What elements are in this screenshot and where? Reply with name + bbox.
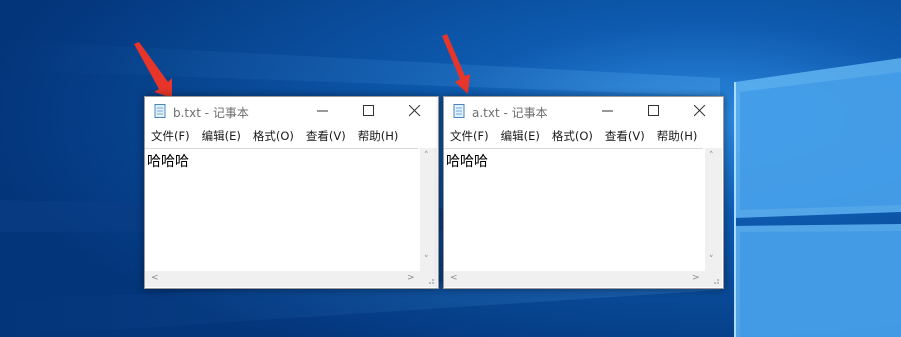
resize-grip[interactable] [705, 271, 722, 287]
notepad-window-a[interactable]: a.txt - 记事本 文件(F) 编辑(E) 格式(O) 查看(V) 帮助(H… [443, 96, 724, 289]
notepad-icon [154, 104, 166, 118]
annotation-arrow-b [134, 42, 172, 98]
menu-view[interactable]: 查看(V) [599, 128, 651, 144]
annotation-arrow-a [442, 34, 470, 94]
window-title: b.txt - 记事本 [173, 106, 249, 120]
close-button[interactable] [677, 97, 723, 125]
scroll-left-icon[interactable]: < [151, 274, 159, 283]
maximize-button[interactable] [631, 97, 677, 125]
vertical-scrollbar[interactable]: ˄ ˅ [420, 148, 437, 272]
menu-file[interactable]: 文件(F) [444, 128, 495, 144]
resize-grip[interactable] [420, 271, 437, 287]
minimize-icon [317, 110, 328, 112]
maximize-icon [648, 105, 659, 116]
scroll-up-icon[interactable]: ˄ [424, 152, 429, 161]
close-button[interactable] [392, 97, 438, 125]
maximize-button[interactable] [346, 97, 392, 125]
text-editor[interactable]: 哈哈哈 [444, 148, 703, 272]
menu-view[interactable]: 查看(V) [300, 128, 352, 144]
menu-help[interactable]: 帮助(H) [352, 128, 405, 144]
title-bar[interactable]: a.txt - 记事本 [444, 97, 723, 125]
horizontal-scrollbar[interactable]: < > [145, 271, 420, 287]
close-icon [409, 105, 421, 117]
menu-help[interactable]: 帮助(H) [651, 128, 704, 144]
menu-format[interactable]: 格式(O) [546, 128, 599, 144]
text-editor[interactable]: 哈哈哈 [145, 148, 418, 272]
window-title: a.txt - 记事本 [472, 106, 548, 120]
maximize-icon [363, 105, 374, 116]
resize-grip-icon [714, 279, 719, 284]
menu-edit[interactable]: 编辑(E) [196, 128, 247, 144]
title-bar[interactable]: b.txt - 记事本 [145, 97, 438, 125]
close-icon [694, 105, 706, 117]
notepad-window-b[interactable]: b.txt - 记事本 文件(F) 编辑(E) 格式(O) 查看(V) 帮助(H… [144, 96, 439, 289]
scroll-up-icon[interactable]: ˄ [709, 152, 714, 161]
scroll-left-icon[interactable]: < [450, 274, 458, 283]
horizontal-scrollbar[interactable]: < > [444, 271, 705, 287]
scroll-down-icon[interactable]: ˅ [709, 256, 714, 265]
menu-edit[interactable]: 编辑(E) [495, 128, 546, 144]
minimize-button[interactable] [585, 97, 631, 125]
resize-grip-icon [429, 279, 434, 284]
notepad-icon [453, 104, 465, 118]
minimize-icon [602, 110, 613, 112]
menu-file[interactable]: 文件(F) [145, 128, 196, 144]
minimize-button[interactable] [300, 97, 346, 125]
vertical-scrollbar[interactable]: ˄ ˅ [705, 148, 722, 272]
scroll-right-icon[interactable]: > [692, 274, 700, 283]
scroll-down-icon[interactable]: ˅ [424, 256, 429, 265]
menu-bar: 文件(F) 编辑(E) 格式(O) 查看(V) 帮助(H) [444, 125, 723, 147]
scroll-right-icon[interactable]: > [407, 274, 415, 283]
menu-bar: 文件(F) 编辑(E) 格式(O) 查看(V) 帮助(H) [145, 125, 438, 147]
menu-format[interactable]: 格式(O) [247, 128, 300, 144]
